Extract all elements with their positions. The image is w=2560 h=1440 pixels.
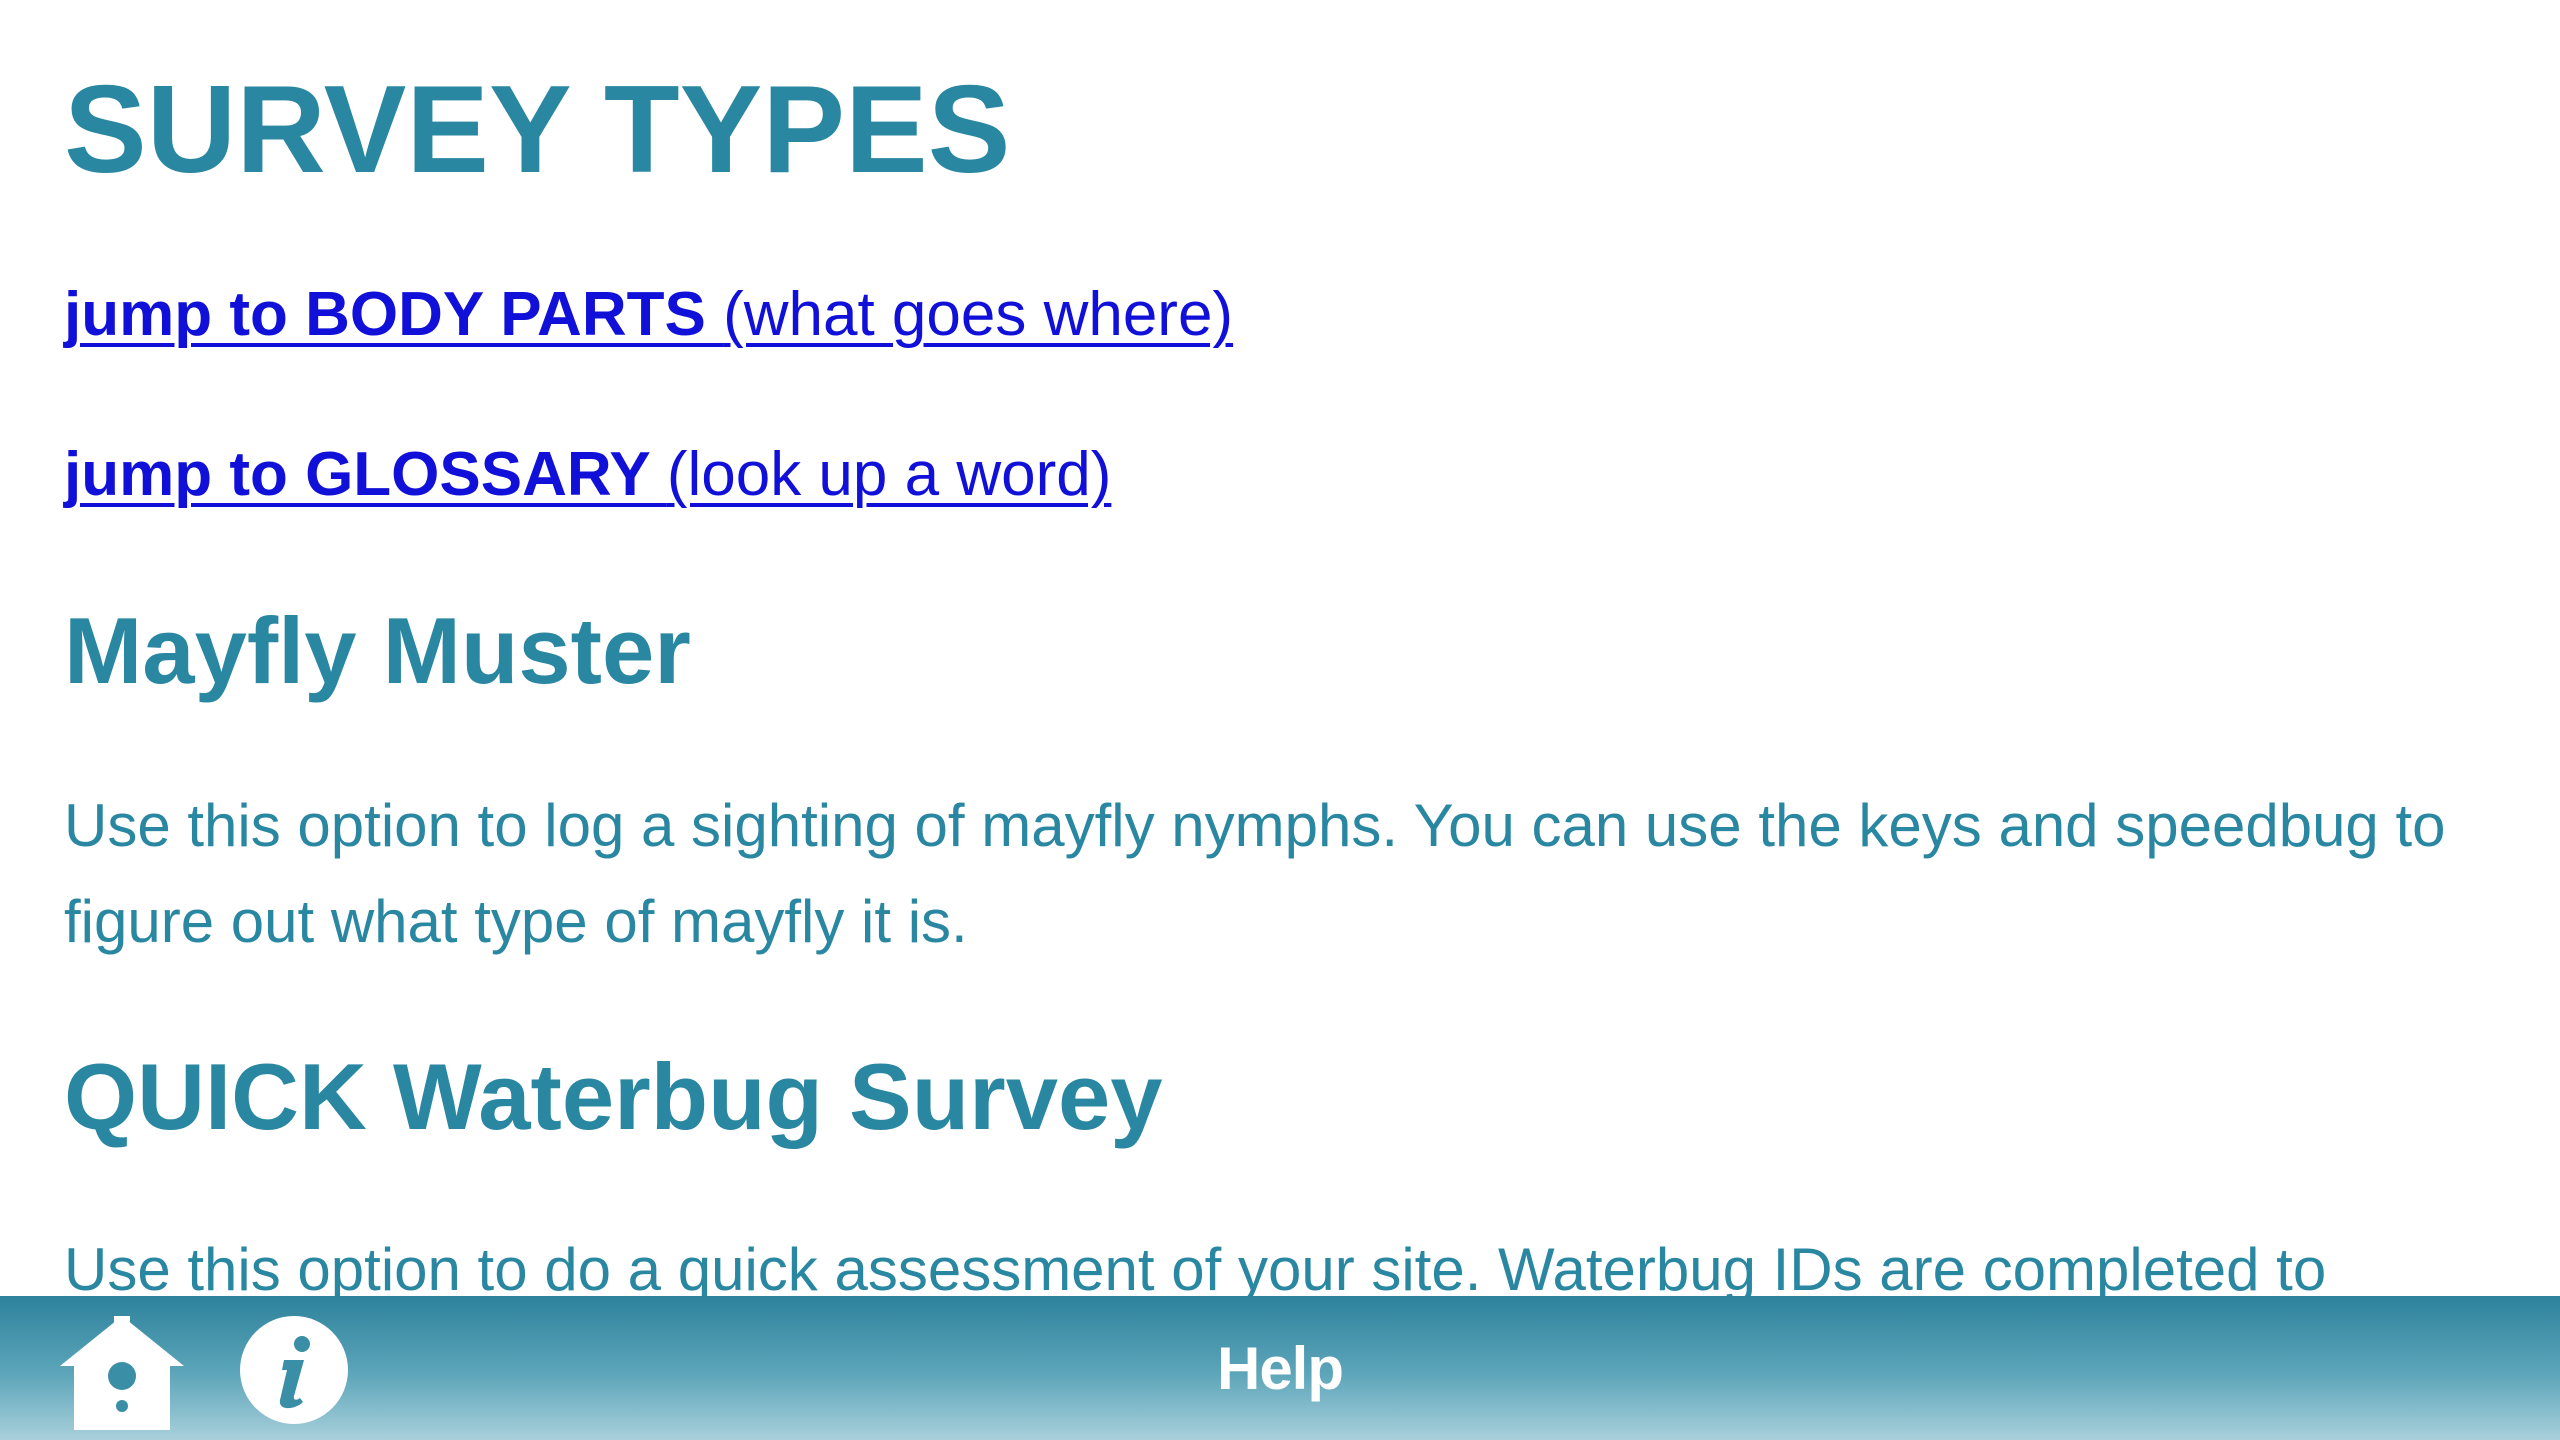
link-normal-text: (look up a word)	[666, 440, 1112, 509]
footer-title: Help	[1216, 1335, 1344, 1402]
bottom-bar: Help	[0, 1296, 2560, 1440]
link-bold-text: jump to GLOSSARY	[64, 440, 667, 509]
jump-to-glossary-link[interactable]: jump to GLOSSARY (look up a word)	[64, 435, 1111, 515]
section-heading-quick-waterbug-survey: QUICK Waterbug Survey	[64, 1044, 1163, 1149]
section-heading-mayfly-muster: Mayfly Muster	[64, 598, 691, 703]
page-title: SURVEY TYPES	[64, 61, 1011, 199]
help-page: SURVEY TYPES jump to BODY PARTS (what go…	[0, 0, 2560, 1440]
section-text-mayfly-muster: Use this option to log a sighting of may…	[64, 792, 2446, 955]
help-content[interactable]: SURVEY TYPES jump to BODY PARTS (what go…	[0, 0, 2560, 1296]
link-bold-text: jump to BODY PARTS	[64, 280, 724, 349]
link-normal-text: (what goes where)	[723, 280, 1234, 349]
section-text-quick-waterbug-survey: Use this option to do a quick assessment…	[64, 1236, 2327, 1296]
jump-to-body-parts-link[interactable]: jump to BODY PARTS (what goes where)	[64, 275, 1233, 355]
